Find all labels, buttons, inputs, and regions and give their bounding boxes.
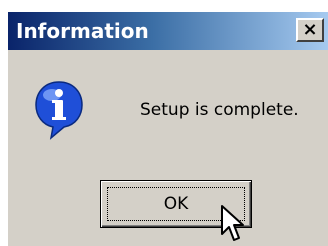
title-bar[interactable]: Information ×	[8, 12, 328, 50]
info-icon	[35, 81, 83, 140]
close-icon: ×	[302, 19, 318, 40]
window-title: Information	[16, 19, 149, 43]
information-dialog: Information × Setup is complete. OK	[6, 10, 328, 246]
mouse-cursor-icon	[221, 205, 244, 241]
close-button[interactable]: ×	[296, 18, 324, 42]
ok-button-label: OK	[163, 194, 189, 214]
message-text: Setup is complete.	[140, 100, 299, 120]
